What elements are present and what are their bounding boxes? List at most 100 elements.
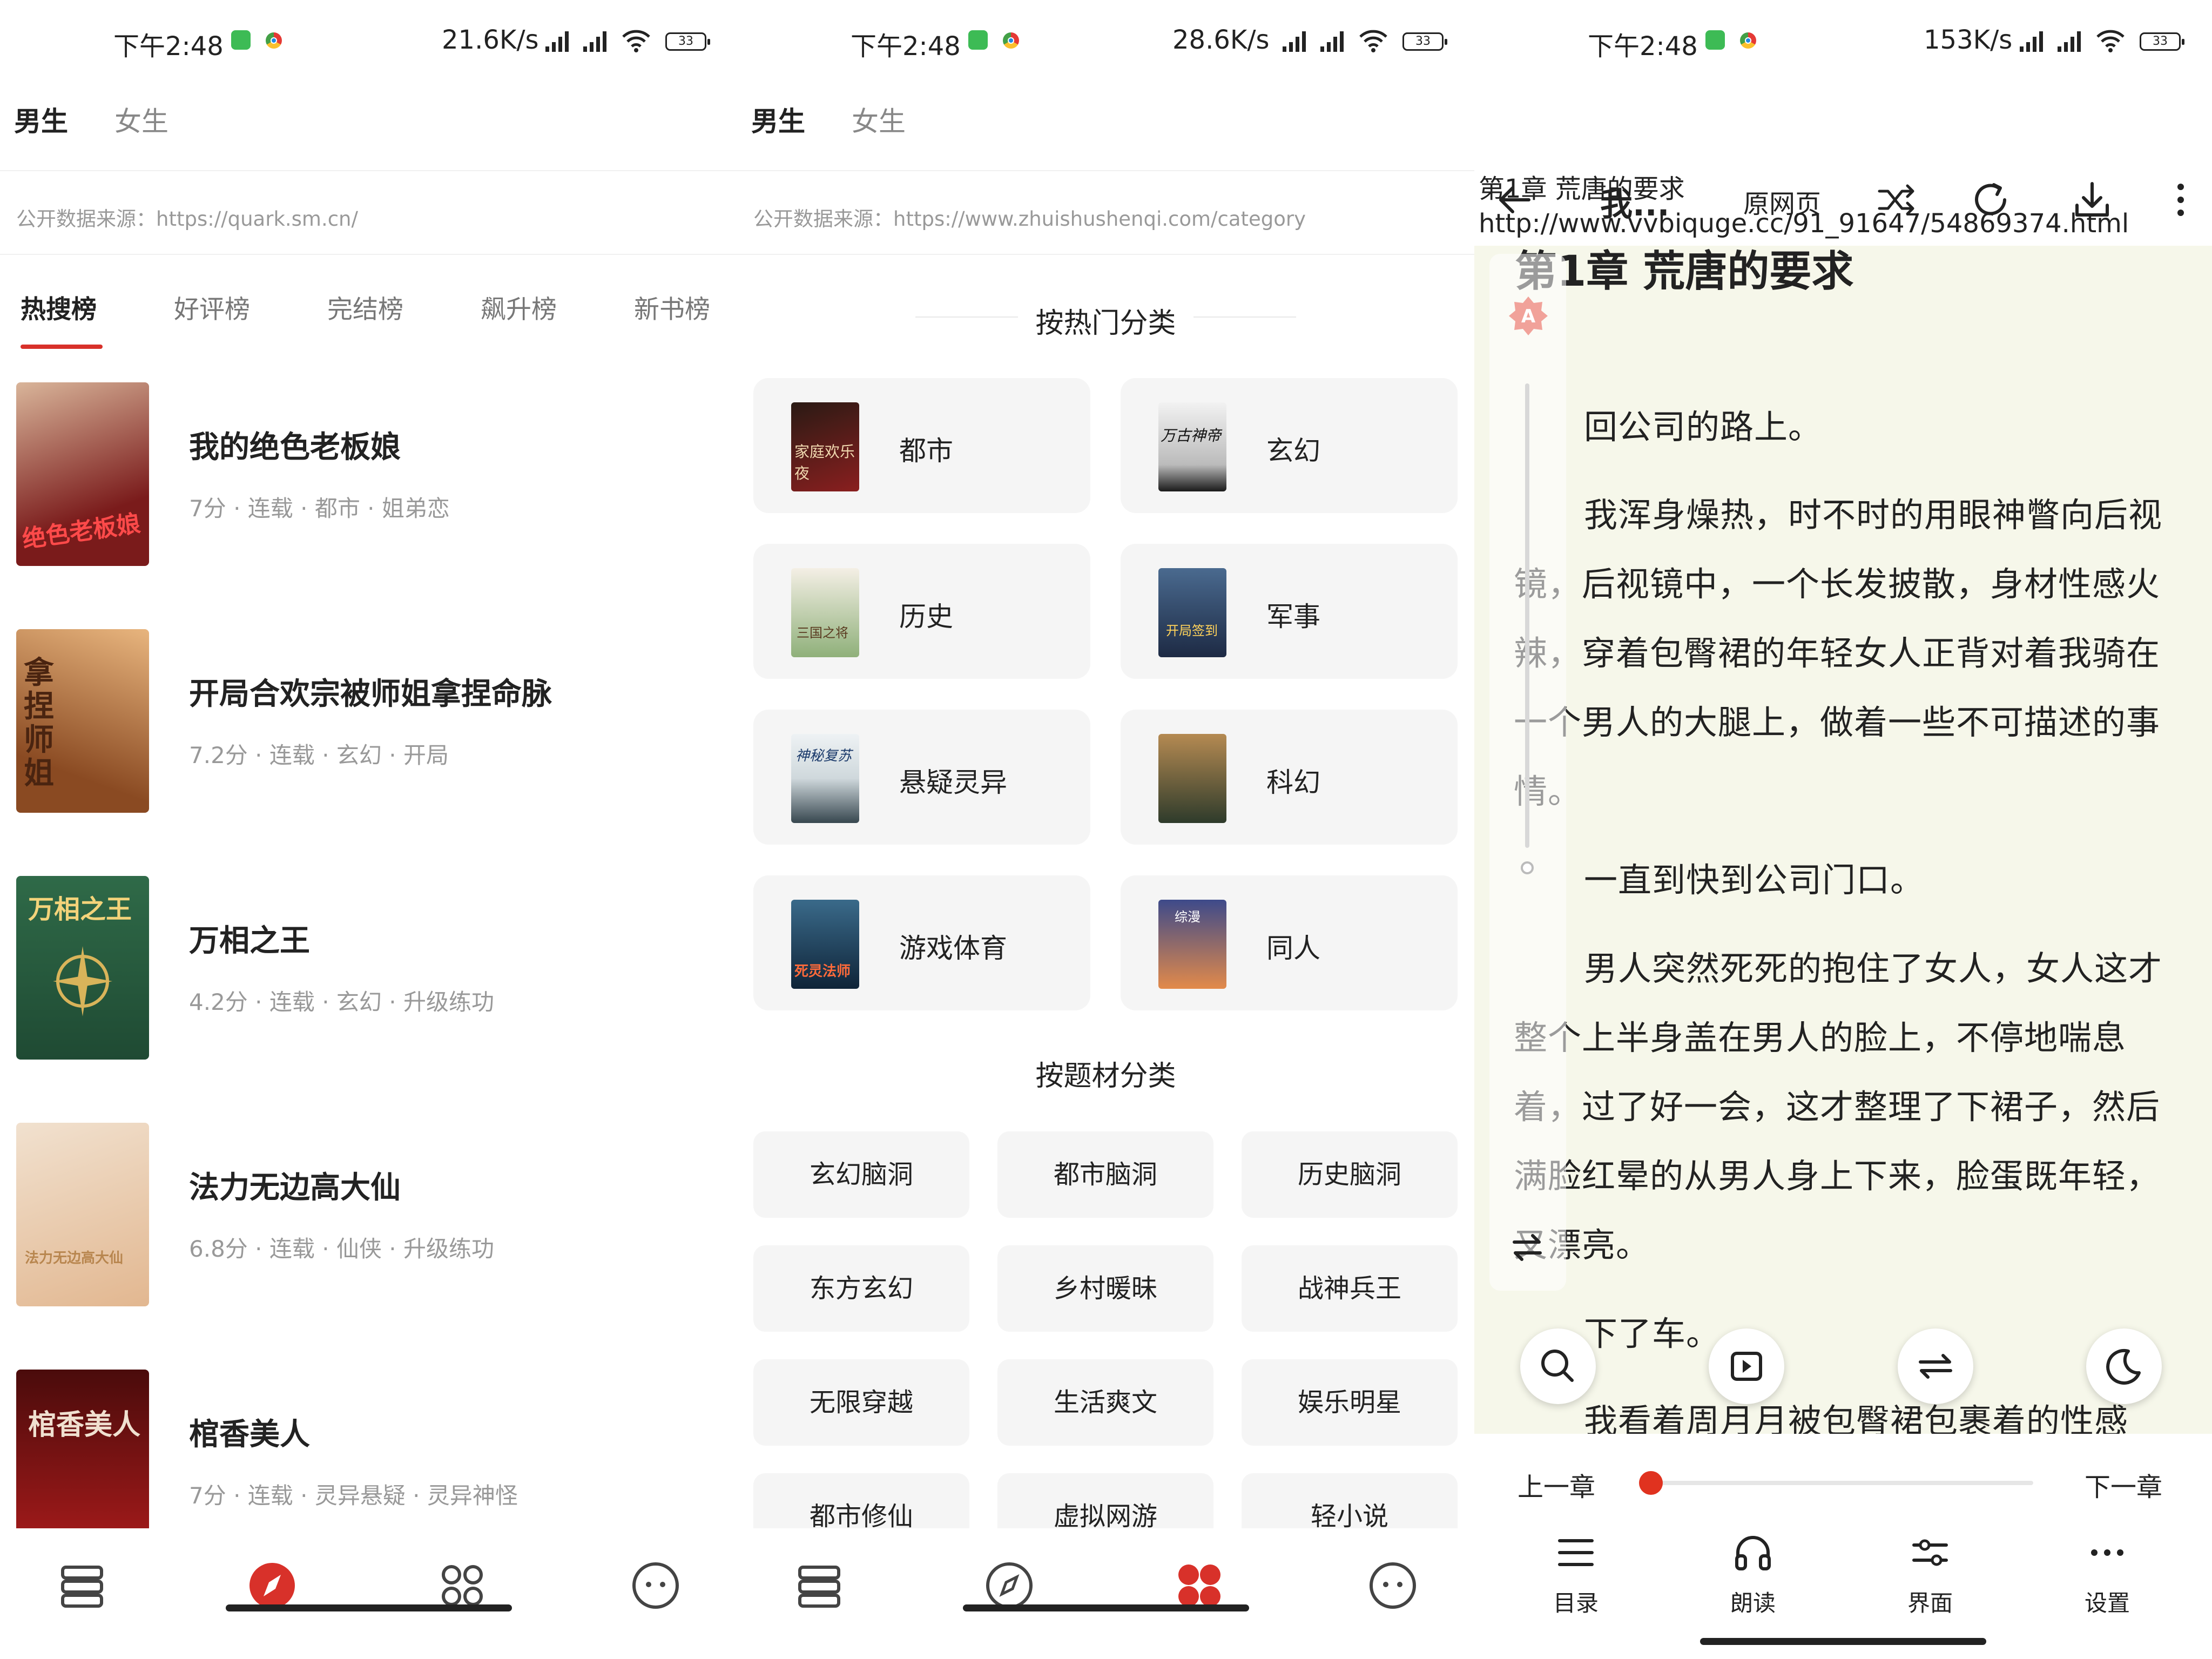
status-bar: 下午2:48 153K/s 33 (1474, 0, 2212, 81)
category-card[interactable]: 三国之将 历史 (753, 544, 1090, 679)
chapter-progress-slider[interactable] (1642, 1481, 2033, 1485)
book-item[interactable]: 法力无边高大仙 法力无边高大仙 6.8分 · 连载 · 仙侠 · 升级练功 (0, 1123, 737, 1306)
tool-interface[interactable]: 界面 (1876, 1531, 1984, 1616)
screen-categories: 下午2:48 28.6K/s 33 男生 女生 公开数据来源：https://w… (737, 0, 1474, 1659)
category-card[interactable]: 综漫 同人 (1121, 875, 1458, 1010)
category-label: 悬疑灵异 (899, 767, 1007, 798)
progress-knob[interactable] (1639, 1471, 1663, 1495)
category-label: 游戏体育 (899, 933, 1007, 964)
book-item[interactable]: 绝色老板娘 我的绝色老板娘 7分 · 连载 · 都市 · 姐弟恋 (0, 382, 737, 566)
moon-icon (2106, 1348, 2141, 1385)
theme-tag[interactable]: 战神兵王 (1242, 1245, 1458, 1332)
theme-tag[interactable]: 都市脑洞 (997, 1131, 1213, 1218)
category-label: 都市 (899, 435, 953, 467)
signal-icon (2052, 30, 2081, 52)
more-vertical-icon[interactable] (2159, 178, 2202, 221)
theme-tag[interactable]: 生活爽文 (997, 1359, 1213, 1446)
rank-tab-hot[interactable]: 热搜榜 (21, 288, 97, 326)
category-card[interactable]: 神秘复苏 悬疑灵异 (753, 710, 1090, 845)
profile-icon[interactable] (1368, 1561, 1418, 1610)
battery-icon: 33 (665, 32, 710, 51)
data-source: 公开数据来源：https://quark.sm.cn/ (16, 207, 358, 231)
book-item[interactable]: 拿捏师姐 开局合欢宗被师姐拿捏命脉 7.2分 · 连载 · 玄幻 · 开局 (0, 629, 737, 813)
theme-tag[interactable]: 东方玄幻 (753, 1245, 969, 1332)
category-card[interactable]: 科幻 (1121, 710, 1458, 845)
home-indicator (226, 1604, 512, 1611)
search-icon (1541, 1350, 1574, 1382)
divider (737, 170, 1474, 171)
status-bar: 下午2:48 28.6K/s 33 (737, 0, 1474, 81)
book-meta: 7分 · 连载 · 都市 · 姐弟恋 (189, 495, 450, 522)
auto-page-fab[interactable] (1709, 1328, 1784, 1404)
book-title: 法力无边高大仙 (189, 1170, 401, 1205)
rank-tab-finished[interactable]: 完结榜 (327, 288, 403, 326)
menu-list-icon (1558, 1539, 1594, 1566)
rank-tab-rising[interactable]: 飙升榜 (481, 288, 557, 326)
rank-tab-new[interactable]: 新书榜 (634, 288, 710, 326)
brightness-knob[interactable] (1521, 861, 1534, 874)
search-fab[interactable] (1520, 1328, 1596, 1404)
discover-icon[interactable] (247, 1561, 297, 1610)
home-indicator (1700, 1638, 1986, 1645)
category-card[interactable]: 开局签到 军事 (1121, 544, 1458, 679)
category-label: 同人 (1266, 933, 1320, 964)
brightness-sidebar[interactable] (1489, 254, 1566, 1291)
book-cover: 法力无边高大仙 (16, 1123, 149, 1306)
theme-tag[interactable]: 娱乐明星 (1242, 1359, 1458, 1446)
signal-icon (1315, 30, 1344, 52)
replace-fab[interactable] (1898, 1328, 1973, 1404)
book-meta: 4.2分 · 连载 · 玄幻 · 升级练功 (189, 989, 494, 1015)
category-card[interactable]: 家庭欢乐夜 都市 (753, 378, 1090, 513)
night-mode-fab[interactable] (2086, 1328, 2162, 1404)
theme-section-title: 按题材分类 (1035, 1060, 1176, 1092)
theme-tag[interactable]: 玄幻脑洞 (753, 1131, 969, 1218)
wifi-icon (2096, 30, 2125, 52)
reader-toolbar: 我... 原网页 (0, 81, 2212, 224)
prev-chapter-button[interactable]: 上一章 (1518, 1466, 1595, 1503)
book-cover: 拿捏师姐 (16, 629, 149, 813)
next-chapter-button[interactable]: 下一章 (2085, 1466, 2162, 1503)
home-indicator (963, 1604, 1249, 1611)
brightness-track[interactable] (1525, 383, 1529, 848)
swap-orientation-icon[interactable] (1506, 1226, 1549, 1269)
category-cover: 三国之将 (791, 568, 859, 657)
wechat-icon (231, 30, 251, 50)
category-icon[interactable] (437, 1561, 487, 1610)
battery-icon: 33 (2140, 32, 2184, 51)
chrome-icon (1003, 32, 1019, 49)
theme-tag[interactable]: 历史脑洞 (1242, 1131, 1458, 1218)
divider (1193, 316, 1296, 318)
battery-icon: 33 (1402, 32, 1447, 51)
theme-tag[interactable]: 无限穿越 (753, 1359, 969, 1446)
tool-toc[interactable]: 目录 (1522, 1531, 1630, 1616)
book-cover: 万相之王 (16, 876, 149, 1060)
wechat-icon (1705, 30, 1725, 50)
paragraph: 回公司的路上。 (1584, 407, 1823, 447)
network-speed: 28.6K/s (1172, 25, 1270, 55)
category-card[interactable]: 死灵法师 游戏体育 (753, 875, 1090, 1010)
category-cover: 万古神帝 (1158, 402, 1226, 491)
url-line: http://www.vvbiquge.cc/91_91647/54869374… (1479, 208, 2129, 239)
discover-icon[interactable] (984, 1561, 1034, 1610)
bookshelf-icon[interactable] (57, 1561, 107, 1610)
tool-settings[interactable]: 设置 (2053, 1531, 2161, 1616)
rank-tab-rated[interactable]: 好评榜 (174, 288, 250, 326)
profile-icon[interactable] (631, 1561, 680, 1610)
paragraph: 下了车。 (1584, 1314, 1721, 1353)
book-item[interactable]: 棺香美人 棺香美人 7分 · 连载 · 灵异悬疑 · 灵异神怪 (0, 1370, 737, 1553)
headphones-icon (1735, 1536, 1771, 1570)
network-speed: 153K/s (1924, 25, 2013, 55)
screen-rankings: 下午2:48 21.6K/s 33 男生 女生 公开数据来源：https://q… (0, 0, 737, 1659)
book-cover: 棺香美人 (16, 1370, 149, 1553)
category-card[interactable]: 万古神帝 玄幻 (1121, 378, 1458, 513)
chapter-source: 第1章 荒唐的要求 http://www.vvbiquge.cc/91_9164… (1479, 172, 2129, 241)
bookshelf-icon[interactable] (794, 1561, 844, 1610)
chapter-line: 第1章 荒唐的要求 (1479, 174, 1685, 204)
tool-read-aloud[interactable]: 朗读 (1699, 1531, 1807, 1616)
network-speed: 21.6K/s (442, 25, 539, 55)
replace-icon (1919, 1354, 1952, 1379)
book-item[interactable]: 万相之王 万相之王 4.2分 · 连载 · 玄幻 · 升级练功 (0, 876, 737, 1060)
category-icon[interactable] (1175, 1561, 1224, 1610)
signal-icon (578, 30, 606, 52)
theme-tag[interactable]: 乡村暖昧 (997, 1245, 1213, 1332)
